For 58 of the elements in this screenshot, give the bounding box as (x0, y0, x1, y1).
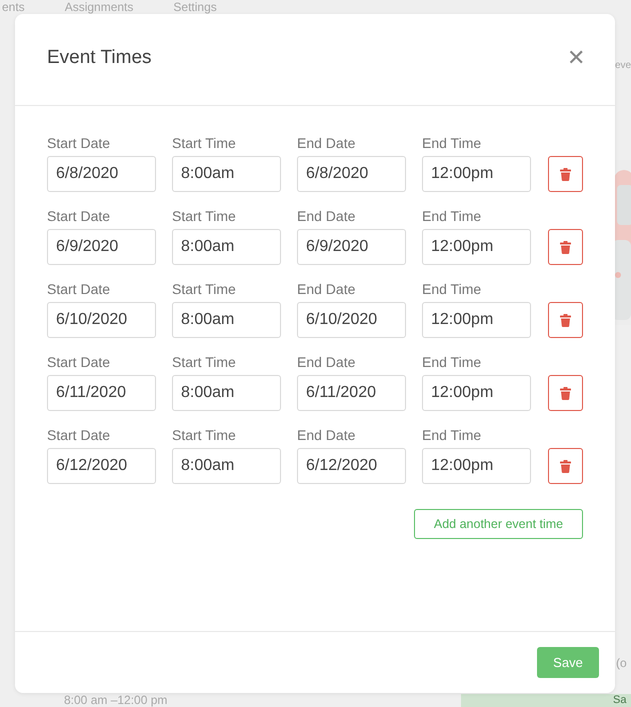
start-date-field[interactable]: 6/11/2020 (47, 375, 156, 411)
delete-button[interactable] (548, 448, 583, 484)
field-label: End Date (297, 354, 356, 371)
end-date-field[interactable]: 6/9/2020 (297, 229, 406, 265)
field-label: Start Date (47, 135, 112, 152)
delete-button[interactable] (548, 375, 583, 411)
field-label: End Time (422, 281, 482, 298)
start-time-field[interactable]: 8:00am (172, 448, 281, 484)
field-label: Start Time (172, 208, 237, 225)
time-range-text: 8:00 am –12:00 pm (64, 693, 168, 707)
start-time-field[interactable]: 8:00am (172, 375, 281, 411)
field-label: End Time (422, 208, 482, 225)
start-time-field[interactable]: 8:00am (172, 156, 281, 192)
field-label: Start Date (47, 354, 112, 371)
background-text: eve (615, 60, 631, 71)
close-button[interactable]: ✕ (567, 46, 585, 68)
delete-button[interactable] (548, 302, 583, 338)
end-date-field[interactable]: 6/8/2020 (297, 156, 406, 192)
delete-button[interactable] (548, 156, 583, 192)
field-label: Start Date (47, 427, 112, 444)
field-label: End Time (422, 354, 482, 371)
start-date-field[interactable]: 6/8/2020 (47, 156, 156, 192)
trash-icon (560, 168, 571, 180)
start-date-field[interactable]: 6/10/2020 (47, 302, 156, 338)
field-label: End Date (297, 427, 356, 444)
end-time-field[interactable]: 12:00pm (422, 156, 531, 192)
field-label: End Date (297, 208, 356, 225)
delete-button[interactable] (548, 229, 583, 265)
trash-icon (560, 314, 571, 326)
start-date-field[interactable]: 6/12/2020 (47, 448, 156, 484)
end-date-field[interactable]: 6/12/2020 (297, 448, 406, 484)
field-label: Start Date (47, 281, 112, 298)
field-label: Start Time (172, 135, 237, 152)
field-label: End Time (422, 135, 482, 152)
tab-label: ents (2, 0, 25, 14)
end-date-field[interactable]: 6/11/2020 (297, 375, 406, 411)
field-label: Start Time (172, 354, 237, 371)
background-text: (o (616, 656, 627, 670)
trash-icon (560, 460, 571, 472)
tab-label: Assignments (64, 0, 134, 14)
field-label: Start Date (47, 208, 112, 225)
field-label: End Date (297, 135, 356, 152)
trash-icon (560, 386, 571, 400)
trash-icon (560, 240, 571, 254)
end-time-field[interactable]: 12:00pm (422, 448, 531, 484)
start-time-field[interactable]: 8:00am (172, 302, 281, 338)
end-time-field[interactable]: 12:00pm (422, 375, 531, 411)
end-time-field[interactable]: 12:00pm (422, 302, 531, 338)
field-label: End Date (297, 281, 356, 298)
end-date-field[interactable]: 6/10/2020 (297, 302, 406, 338)
field-label: Start Time (172, 427, 237, 444)
field-label: Start Time (172, 281, 237, 298)
modal-title: Event Times (47, 46, 152, 68)
start-date-field[interactable]: 6/9/2020 (47, 229, 156, 265)
start-time-field[interactable]: 8:00am (172, 229, 281, 265)
end-time-field[interactable]: 12:00pm (422, 229, 531, 265)
field-label: End Time (422, 427, 482, 444)
tab-label: Settings (173, 0, 217, 14)
